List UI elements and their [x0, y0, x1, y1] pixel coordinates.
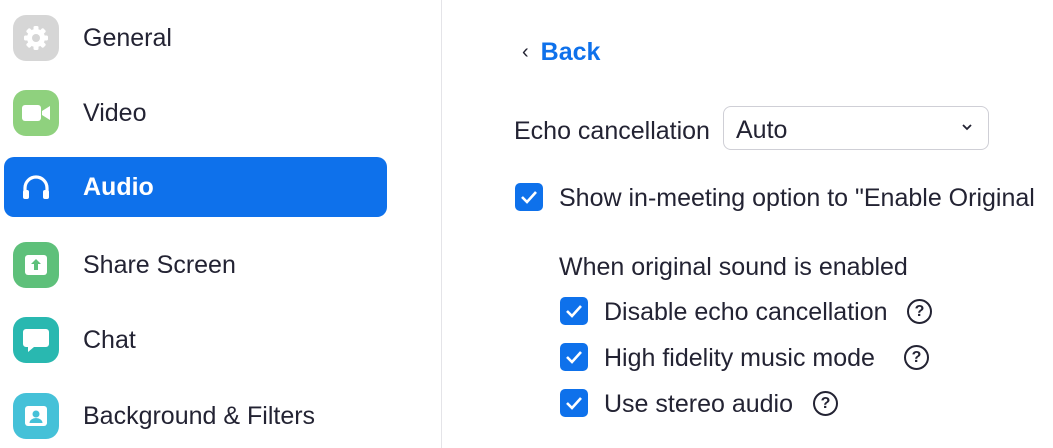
audio-settings-panel: ‹ Back Echo cancellation Auto Show in-me…: [442, 0, 1053, 448]
high-fidelity-music-label: High fidelity music mode: [604, 344, 875, 372]
back-label: Back: [540, 38, 601, 66]
echo-cancellation-label: Echo cancellation: [514, 117, 710, 145]
sidebar-item-audio[interactable]: Audio: [4, 157, 387, 217]
high-fidelity-music-checkbox[interactable]: [560, 343, 588, 371]
disable-echo-cancellation-label: Disable echo cancellation: [604, 298, 888, 326]
chat-bubble-icon: [13, 317, 59, 363]
show-original-sound-label: Show in-meeting option to "Enable Origin…: [559, 184, 1035, 212]
help-icon[interactable]: ?: [904, 345, 929, 370]
show-original-sound-checkbox[interactable]: [515, 183, 543, 211]
headphones-icon: [13, 164, 59, 210]
sidebar-item-background-filters[interactable]: Background & Filters: [4, 386, 387, 446]
checkmark-icon: [566, 305, 582, 318]
sidebar-item-share-screen[interactable]: Share Screen: [4, 235, 387, 295]
person-portrait-icon: [13, 393, 59, 439]
help-glyph: ?: [820, 394, 831, 412]
gear-icon: [13, 15, 59, 61]
sidebar-item-label: Share Screen: [83, 250, 236, 279]
sidebar-item-general[interactable]: General: [4, 8, 387, 68]
help-glyph: ?: [914, 302, 925, 320]
chevron-left-icon: ‹: [522, 41, 529, 63]
sidebar-item-label: Audio: [83, 172, 154, 201]
sidebar-item-label: General: [83, 23, 172, 52]
help-glyph: ?: [911, 348, 922, 366]
help-icon[interactable]: ?: [813, 391, 838, 416]
echo-cancellation-select[interactable]: Auto: [723, 106, 989, 150]
help-icon[interactable]: ?: [907, 299, 932, 324]
echo-cancellation-value: Auto: [736, 116, 788, 144]
sidebar-item-chat[interactable]: Chat: [4, 310, 387, 370]
disable-echo-cancellation-checkbox[interactable]: [560, 297, 588, 325]
sidebar-item-label: Background & Filters: [83, 401, 316, 430]
video-camera-icon: [13, 90, 59, 136]
stereo-audio-label: Use stereo audio: [604, 390, 794, 418]
sidebar-item-video[interactable]: Video: [4, 83, 387, 143]
sidebar-item-label: Chat: [83, 325, 136, 354]
back-button[interactable]: ‹ Back: [522, 38, 600, 67]
share-screen-icon: [13, 242, 59, 288]
checkmark-icon: [566, 351, 582, 364]
settings-sidebar: General Video Audio Share Screen Chat Ba…: [0, 0, 440, 448]
chevron-down-icon: [960, 120, 974, 139]
sidebar-item-label: Video: [83, 98, 147, 127]
original-sound-heading: When original sound is enabled: [559, 253, 908, 281]
checkmark-icon: [566, 397, 582, 410]
stereo-audio-checkbox[interactable]: [560, 389, 588, 417]
checkmark-icon: [521, 191, 537, 204]
